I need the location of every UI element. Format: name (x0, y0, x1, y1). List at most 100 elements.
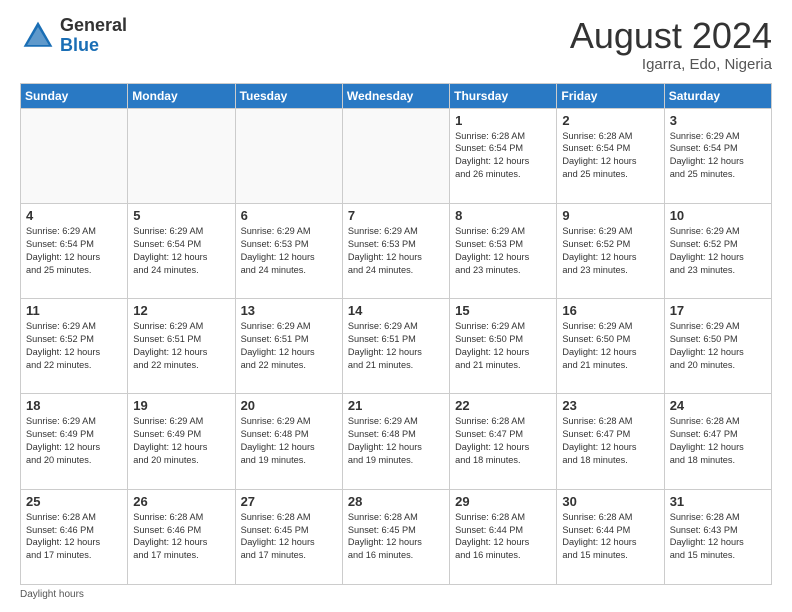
calendar-cell: 11Sunrise: 6:29 AM Sunset: 6:52 PM Dayli… (21, 299, 128, 394)
calendar-cell: 12 Sunrise: 6:29 AM Sunset: 6:51 PM Dayli… (128, 299, 235, 394)
day-info: Sunrise: 6:29 AM Sunset: 6:52 PM Dayligh… (562, 225, 658, 277)
calendar-cell: 17Sunrise: 6:29 AM Sunset: 6:50 PM Dayli… (664, 299, 771, 394)
logo-text: General Blue (60, 16, 127, 56)
day-info: Sunrise: 6:29 AM Sunset: 6:53 PM Dayligh… (348, 225, 444, 277)
day-number: 12 (133, 303, 229, 318)
day-number: 14 (348, 303, 444, 318)
day-number: 1 (455, 113, 551, 128)
day-info: Sunrise: 6:28 AM Sunset: 6:43 PM Dayligh… (670, 511, 766, 563)
month-year: August 2024 (570, 16, 772, 56)
logo-icon (20, 18, 56, 54)
day-info: Sunrise: 6:28 AM Sunset: 6:47 PM Dayligh… (455, 415, 551, 467)
calendar-cell (21, 108, 128, 203)
day-info: Sunrise: 6:28 AM Sunset: 6:54 PM Dayligh… (455, 130, 551, 182)
calendar-body: 1 Sunrise: 6:28 AM Sunset: 6:54 PM Daylig… (21, 108, 772, 584)
day-info: Sunrise: 6:28 AM Sunset: 6:47 PM Dayligh… (670, 415, 766, 467)
calendar-cell: 15 Sunrise: 6:29 AM Sunset: 6:50 PM Dayli… (450, 299, 557, 394)
logo: General Blue (20, 16, 127, 56)
calendar-week-row: 4Sunrise: 6:29 AM Sunset: 6:54 PM Daylig… (21, 203, 772, 298)
day-number: 6 (241, 208, 337, 223)
calendar-cell: 2 Sunrise: 6:28 AM Sunset: 6:54 PM Daylig… (557, 108, 664, 203)
day-info: Sunrise: 6:28 AM Sunset: 6:47 PM Dayligh… (562, 415, 658, 467)
day-number: 11 (26, 303, 122, 318)
calendar-week-row: 25 Sunrise: 6:28 AM Sunset: 6:46 PM Dayli… (21, 489, 772, 584)
day-number: 29 (455, 494, 551, 509)
day-info: Sunrise: 6:29 AM Sunset: 6:50 PM Dayligh… (455, 320, 551, 372)
day-number: 23 (562, 398, 658, 413)
calendar-cell: 27 Sunrise: 6:28 AM Sunset: 6:45 PM Dayli… (235, 489, 342, 584)
location: Igarra, Edo, Nigeria (570, 56, 772, 73)
day-info: Sunrise: 6:29 AM Sunset: 6:51 PM Dayligh… (348, 320, 444, 372)
calendar-week-row: 11Sunrise: 6:29 AM Sunset: 6:52 PM Dayli… (21, 299, 772, 394)
calendar-cell: 16Sunrise: 6:29 AM Sunset: 6:50 PM Dayli… (557, 299, 664, 394)
calendar-cell (342, 108, 449, 203)
calendar-cell: 28Sunrise: 6:28 AM Sunset: 6:45 PM Dayli… (342, 489, 449, 584)
calendar-cell: 26Sunrise: 6:28 AM Sunset: 6:46 PM Dayli… (128, 489, 235, 584)
calendar-cell: 18 Sunrise: 6:29 AM Sunset: 6:49 PM Dayli… (21, 394, 128, 489)
dow-header: Friday (557, 83, 664, 108)
days-of-week-row: SundayMondayTuesdayWednesdayThursdayFrid… (21, 83, 772, 108)
calendar-cell: 31 Sunrise: 6:28 AM Sunset: 6:43 PM Dayli… (664, 489, 771, 584)
day-info: Sunrise: 6:28 AM Sunset: 6:44 PM Dayligh… (562, 511, 658, 563)
day-info: Sunrise: 6:28 AM Sunset: 6:54 PM Dayligh… (562, 130, 658, 182)
calendar-cell (128, 108, 235, 203)
day-info: Sunrise: 6:29 AM Sunset: 6:52 PM Dayligh… (670, 225, 766, 277)
day-number: 25 (26, 494, 122, 509)
calendar-cell: 24 Sunrise: 6:28 AM Sunset: 6:47 PM Dayli… (664, 394, 771, 489)
calendar-table: SundayMondayTuesdayWednesdayThursdayFrid… (20, 83, 772, 585)
day-info: Sunrise: 6:29 AM Sunset: 6:50 PM Dayligh… (562, 320, 658, 372)
day-number: 18 (26, 398, 122, 413)
day-number: 15 (455, 303, 551, 318)
day-info: Sunrise: 6:29 AM Sunset: 6:54 PM Dayligh… (670, 130, 766, 182)
calendar-cell: 21 Sunrise: 6:29 AM Sunset: 6:48 PM Dayli… (342, 394, 449, 489)
day-number: 30 (562, 494, 658, 509)
day-number: 27 (241, 494, 337, 509)
day-info: Sunrise: 6:28 AM Sunset: 6:45 PM Dayligh… (348, 511, 444, 563)
day-number: 9 (562, 208, 658, 223)
day-info: Sunrise: 6:28 AM Sunset: 6:46 PM Dayligh… (26, 511, 122, 563)
day-info: Sunrise: 6:29 AM Sunset: 6:54 PM Dayligh… (26, 225, 122, 277)
day-number: 20 (241, 398, 337, 413)
footer-note: Daylight hours (20, 589, 772, 600)
calendar-cell: 13Sunrise: 6:29 AM Sunset: 6:51 PM Dayli… (235, 299, 342, 394)
calendar-cell: 29 Sunrise: 6:28 AM Sunset: 6:44 PM Dayli… (450, 489, 557, 584)
day-number: 19 (133, 398, 229, 413)
day-info: Sunrise: 6:29 AM Sunset: 6:54 PM Dayligh… (133, 225, 229, 277)
dow-header: Wednesday (342, 83, 449, 108)
day-number: 31 (670, 494, 766, 509)
dow-header: Sunday (21, 83, 128, 108)
day-info: Sunrise: 6:29 AM Sunset: 6:49 PM Dayligh… (26, 415, 122, 467)
title-block: August 2024 Igarra, Edo, Nigeria (570, 16, 772, 73)
day-number: 2 (562, 113, 658, 128)
calendar-cell: 30 Sunrise: 6:28 AM Sunset: 6:44 PM Dayli… (557, 489, 664, 584)
header: General Blue August 2024 Igarra, Edo, Ni… (20, 16, 772, 73)
calendar-cell: 7Sunrise: 6:29 AM Sunset: 6:53 PM Daylig… (342, 203, 449, 298)
dow-header: Saturday (664, 83, 771, 108)
calendar-cell: 22Sunrise: 6:28 AM Sunset: 6:47 PM Dayli… (450, 394, 557, 489)
calendar-cell: 20 Sunrise: 6:29 AM Sunset: 6:48 PM Dayli… (235, 394, 342, 489)
day-number: 13 (241, 303, 337, 318)
day-info: Sunrise: 6:28 AM Sunset: 6:46 PM Dayligh… (133, 511, 229, 563)
calendar-cell: 10Sunrise: 6:29 AM Sunset: 6:52 PM Dayli… (664, 203, 771, 298)
day-info: Sunrise: 6:29 AM Sunset: 6:48 PM Dayligh… (348, 415, 444, 467)
day-info: Sunrise: 6:28 AM Sunset: 6:44 PM Dayligh… (455, 511, 551, 563)
day-number: 24 (670, 398, 766, 413)
day-number: 21 (348, 398, 444, 413)
day-info: Sunrise: 6:29 AM Sunset: 6:48 PM Dayligh… (241, 415, 337, 467)
day-info: Sunrise: 6:29 AM Sunset: 6:53 PM Dayligh… (241, 225, 337, 277)
calendar-cell: 1 Sunrise: 6:28 AM Sunset: 6:54 PM Daylig… (450, 108, 557, 203)
day-number: 17 (670, 303, 766, 318)
day-number: 5 (133, 208, 229, 223)
calendar-cell: 8Sunrise: 6:29 AM Sunset: 6:53 PM Daylig… (450, 203, 557, 298)
calendar-cell: 9 Sunrise: 6:29 AM Sunset: 6:52 PM Daylig… (557, 203, 664, 298)
calendar-cell: 4Sunrise: 6:29 AM Sunset: 6:54 PM Daylig… (21, 203, 128, 298)
calendar-cell: 5 Sunrise: 6:29 AM Sunset: 6:54 PM Daylig… (128, 203, 235, 298)
calendar-cell: 3Sunrise: 6:29 AM Sunset: 6:54 PM Daylig… (664, 108, 771, 203)
calendar-cell: 19Sunrise: 6:29 AM Sunset: 6:49 PM Dayli… (128, 394, 235, 489)
calendar-cell (235, 108, 342, 203)
calendar-cell: 25 Sunrise: 6:28 AM Sunset: 6:46 PM Dayli… (21, 489, 128, 584)
day-info: Sunrise: 6:29 AM Sunset: 6:53 PM Dayligh… (455, 225, 551, 277)
day-info: Sunrise: 6:28 AM Sunset: 6:45 PM Dayligh… (241, 511, 337, 563)
day-info: Sunrise: 6:29 AM Sunset: 6:51 PM Dayligh… (133, 320, 229, 372)
page: General Blue August 2024 Igarra, Edo, Ni… (0, 0, 792, 612)
